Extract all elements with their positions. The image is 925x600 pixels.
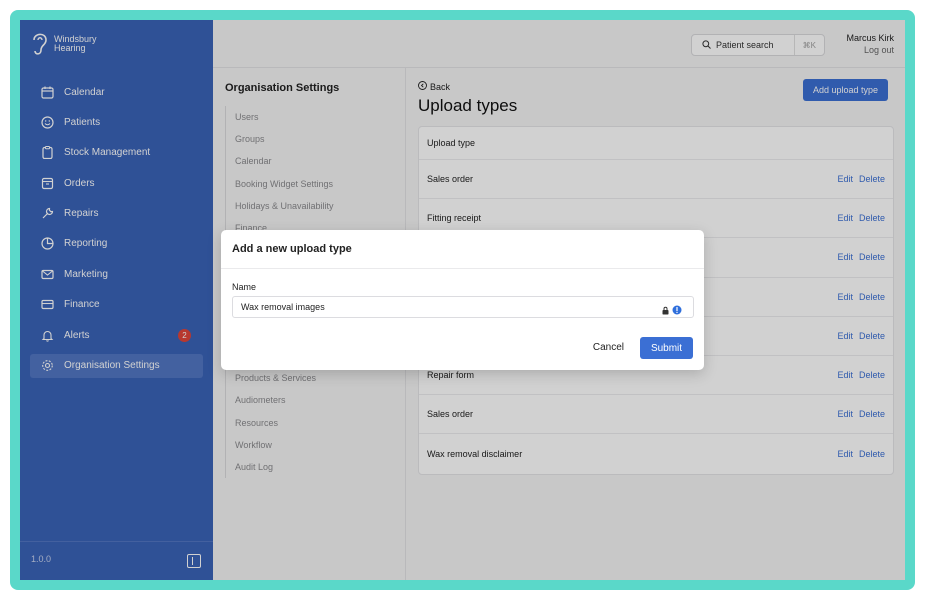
- add-upload-type-modal: Add a new upload type Name Cancel Submit: [221, 230, 704, 370]
- submit-button[interactable]: Submit: [640, 337, 693, 359]
- name-field-label: Name: [232, 282, 257, 292]
- info-icon[interactable]: [672, 302, 682, 320]
- password-manager-icon[interactable]: [661, 302, 670, 320]
- modal-title: Add a new upload type: [232, 243, 352, 255]
- cancel-button[interactable]: Cancel: [593, 342, 624, 353]
- modal-divider: [221, 268, 704, 269]
- autofill-icons: [661, 302, 682, 320]
- name-input[interactable]: [232, 296, 694, 318]
